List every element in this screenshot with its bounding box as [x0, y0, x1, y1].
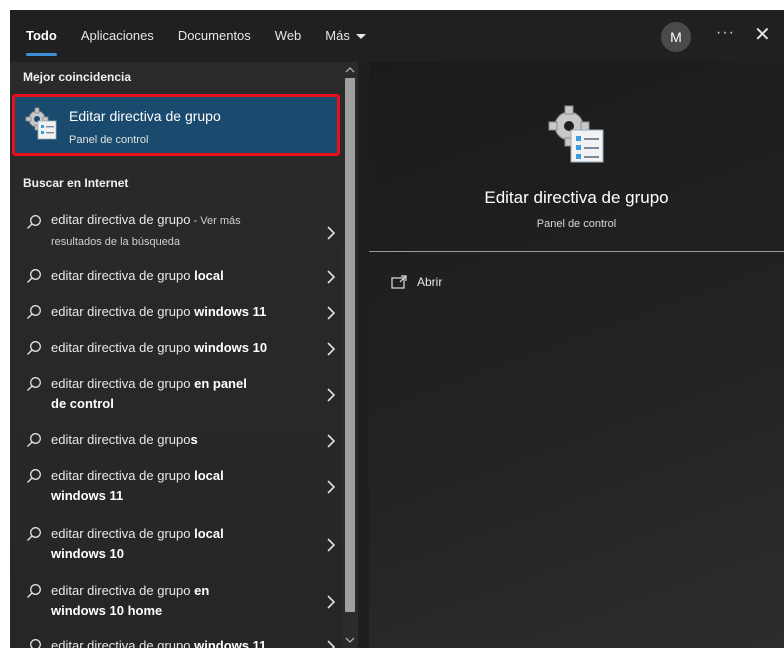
web-result-text: editar directiva de grupo windows 10	[51, 340, 268, 355]
web-search-heading: Buscar en Internet	[23, 176, 129, 190]
web-result-text: editar directiva de grupo local windows 1…	[51, 468, 224, 503]
web-result-text: editar directiva de grupo en panel de con…	[51, 376, 247, 411]
chevron-right-icon	[327, 226, 336, 240]
results-scrollbar[interactable]	[342, 62, 358, 648]
scroll-down-icon[interactable]	[345, 635, 355, 645]
chevron-right-icon	[327, 434, 336, 448]
open-window-icon	[391, 275, 407, 289]
open-action[interactable]: Abrir	[391, 275, 442, 289]
search-icon	[27, 305, 41, 319]
search-icon	[27, 469, 41, 483]
best-match-subtitle: Panel de control	[69, 134, 149, 146]
chevron-right-icon	[327, 270, 336, 284]
results-panel: Mejor coincidencia Editar directiva de g…	[10, 62, 342, 648]
web-result-text: editar directiva de grupo en windows 10 h…	[51, 583, 210, 618]
chevron-right-icon	[327, 595, 336, 609]
more-options-button[interactable]: ···	[716, 24, 735, 42]
tab-apps[interactable]: Aplicaciones	[81, 10, 154, 62]
web-result-9[interactable]: editar directiva de grupo en windows 10 h…	[10, 581, 342, 623]
web-result-2[interactable]: editar directiva de grupo local	[10, 266, 342, 288]
web-result-7[interactable]: editar directiva de grupo local windows 1…	[10, 466, 342, 508]
caret-down-icon	[355, 33, 366, 39]
web-result-3[interactable]: editar directiva de grupo windows 11	[10, 302, 342, 324]
best-match-heading: Mejor coincidencia	[23, 70, 132, 84]
search-icon	[27, 215, 41, 229]
best-match-item[interactable]: Editar directiva de grupo Panel de contr…	[12, 94, 340, 156]
search-icon	[30, 639, 41, 648]
close-button[interactable]: ✕	[754, 22, 771, 47]
tab-web[interactable]: Web	[275, 10, 302, 62]
chevron-right-icon	[327, 480, 336, 494]
preview-panel: Editar directiva de grupo Panel de contr…	[369, 62, 784, 648]
web-result-6[interactable]: editar directiva de grupos	[10, 430, 342, 452]
search-icon	[27, 341, 41, 355]
tab-list: Todo Aplicaciones Documentos Web Más	[26, 10, 390, 62]
search-tab-bar: Todo Aplicaciones Documentos Web Más M ·…	[10, 10, 784, 62]
web-result-text: editar directiva de grupo local windows 1…	[51, 526, 224, 561]
search-icon	[27, 527, 41, 541]
tab-more[interactable]: Más	[325, 10, 366, 62]
tab-all[interactable]: Todo	[26, 10, 57, 62]
open-action-label: Abrir	[417, 275, 443, 289]
web-result-4[interactable]: editar directiva de grupo windows 10	[10, 338, 342, 360]
web-result-text: editar directiva de grupos	[51, 432, 198, 447]
group-policy-icon	[548, 105, 604, 163]
search-icon	[27, 377, 41, 391]
scroll-up-icon[interactable]	[345, 65, 355, 75]
account-avatar[interactable]: M	[661, 22, 691, 52]
web-result-5[interactable]: editar directiva de grupo en panel de con…	[10, 374, 342, 416]
chevron-right-icon	[327, 306, 336, 320]
tab-documents[interactable]: Documentos	[178, 10, 251, 62]
web-result-10[interactable]: editar directiva de grupo windows 11	[10, 636, 342, 648]
chevron-right-icon	[327, 388, 336, 402]
search-window: Todo Aplicaciones Documentos Web Más M ·…	[10, 10, 784, 648]
chevron-right-icon	[327, 640, 336, 648]
preview-title: Editar directiva de grupo	[484, 188, 669, 207]
web-result-text: editar directiva de grupo - Ver más resul…	[51, 212, 241, 248]
web-result-text: editar directiva de grupo windows 11	[51, 304, 267, 319]
web-result-1[interactable]: editar directiva de grupo - Ver más resul…	[10, 210, 342, 250]
search-icon	[27, 433, 41, 447]
preview-subtitle: Panel de control	[536, 218, 617, 230]
tab-more-label: Más	[325, 28, 350, 43]
web-result-text: editar directiva de grupo windows 11	[51, 638, 267, 648]
web-result-8[interactable]: editar directiva de grupo local windows 1…	[10, 524, 342, 566]
scrollbar-thumb[interactable]	[345, 78, 355, 612]
divider	[369, 251, 784, 252]
search-icon	[27, 269, 41, 283]
chevron-right-icon	[327, 342, 336, 356]
group-policy-icon	[25, 107, 57, 140]
best-match-title: Editar directiva de grupo	[69, 108, 221, 124]
web-result-text: editar directiva de grupo local	[51, 268, 224, 283]
chevron-right-icon	[327, 538, 336, 552]
search-icon	[27, 584, 41, 598]
